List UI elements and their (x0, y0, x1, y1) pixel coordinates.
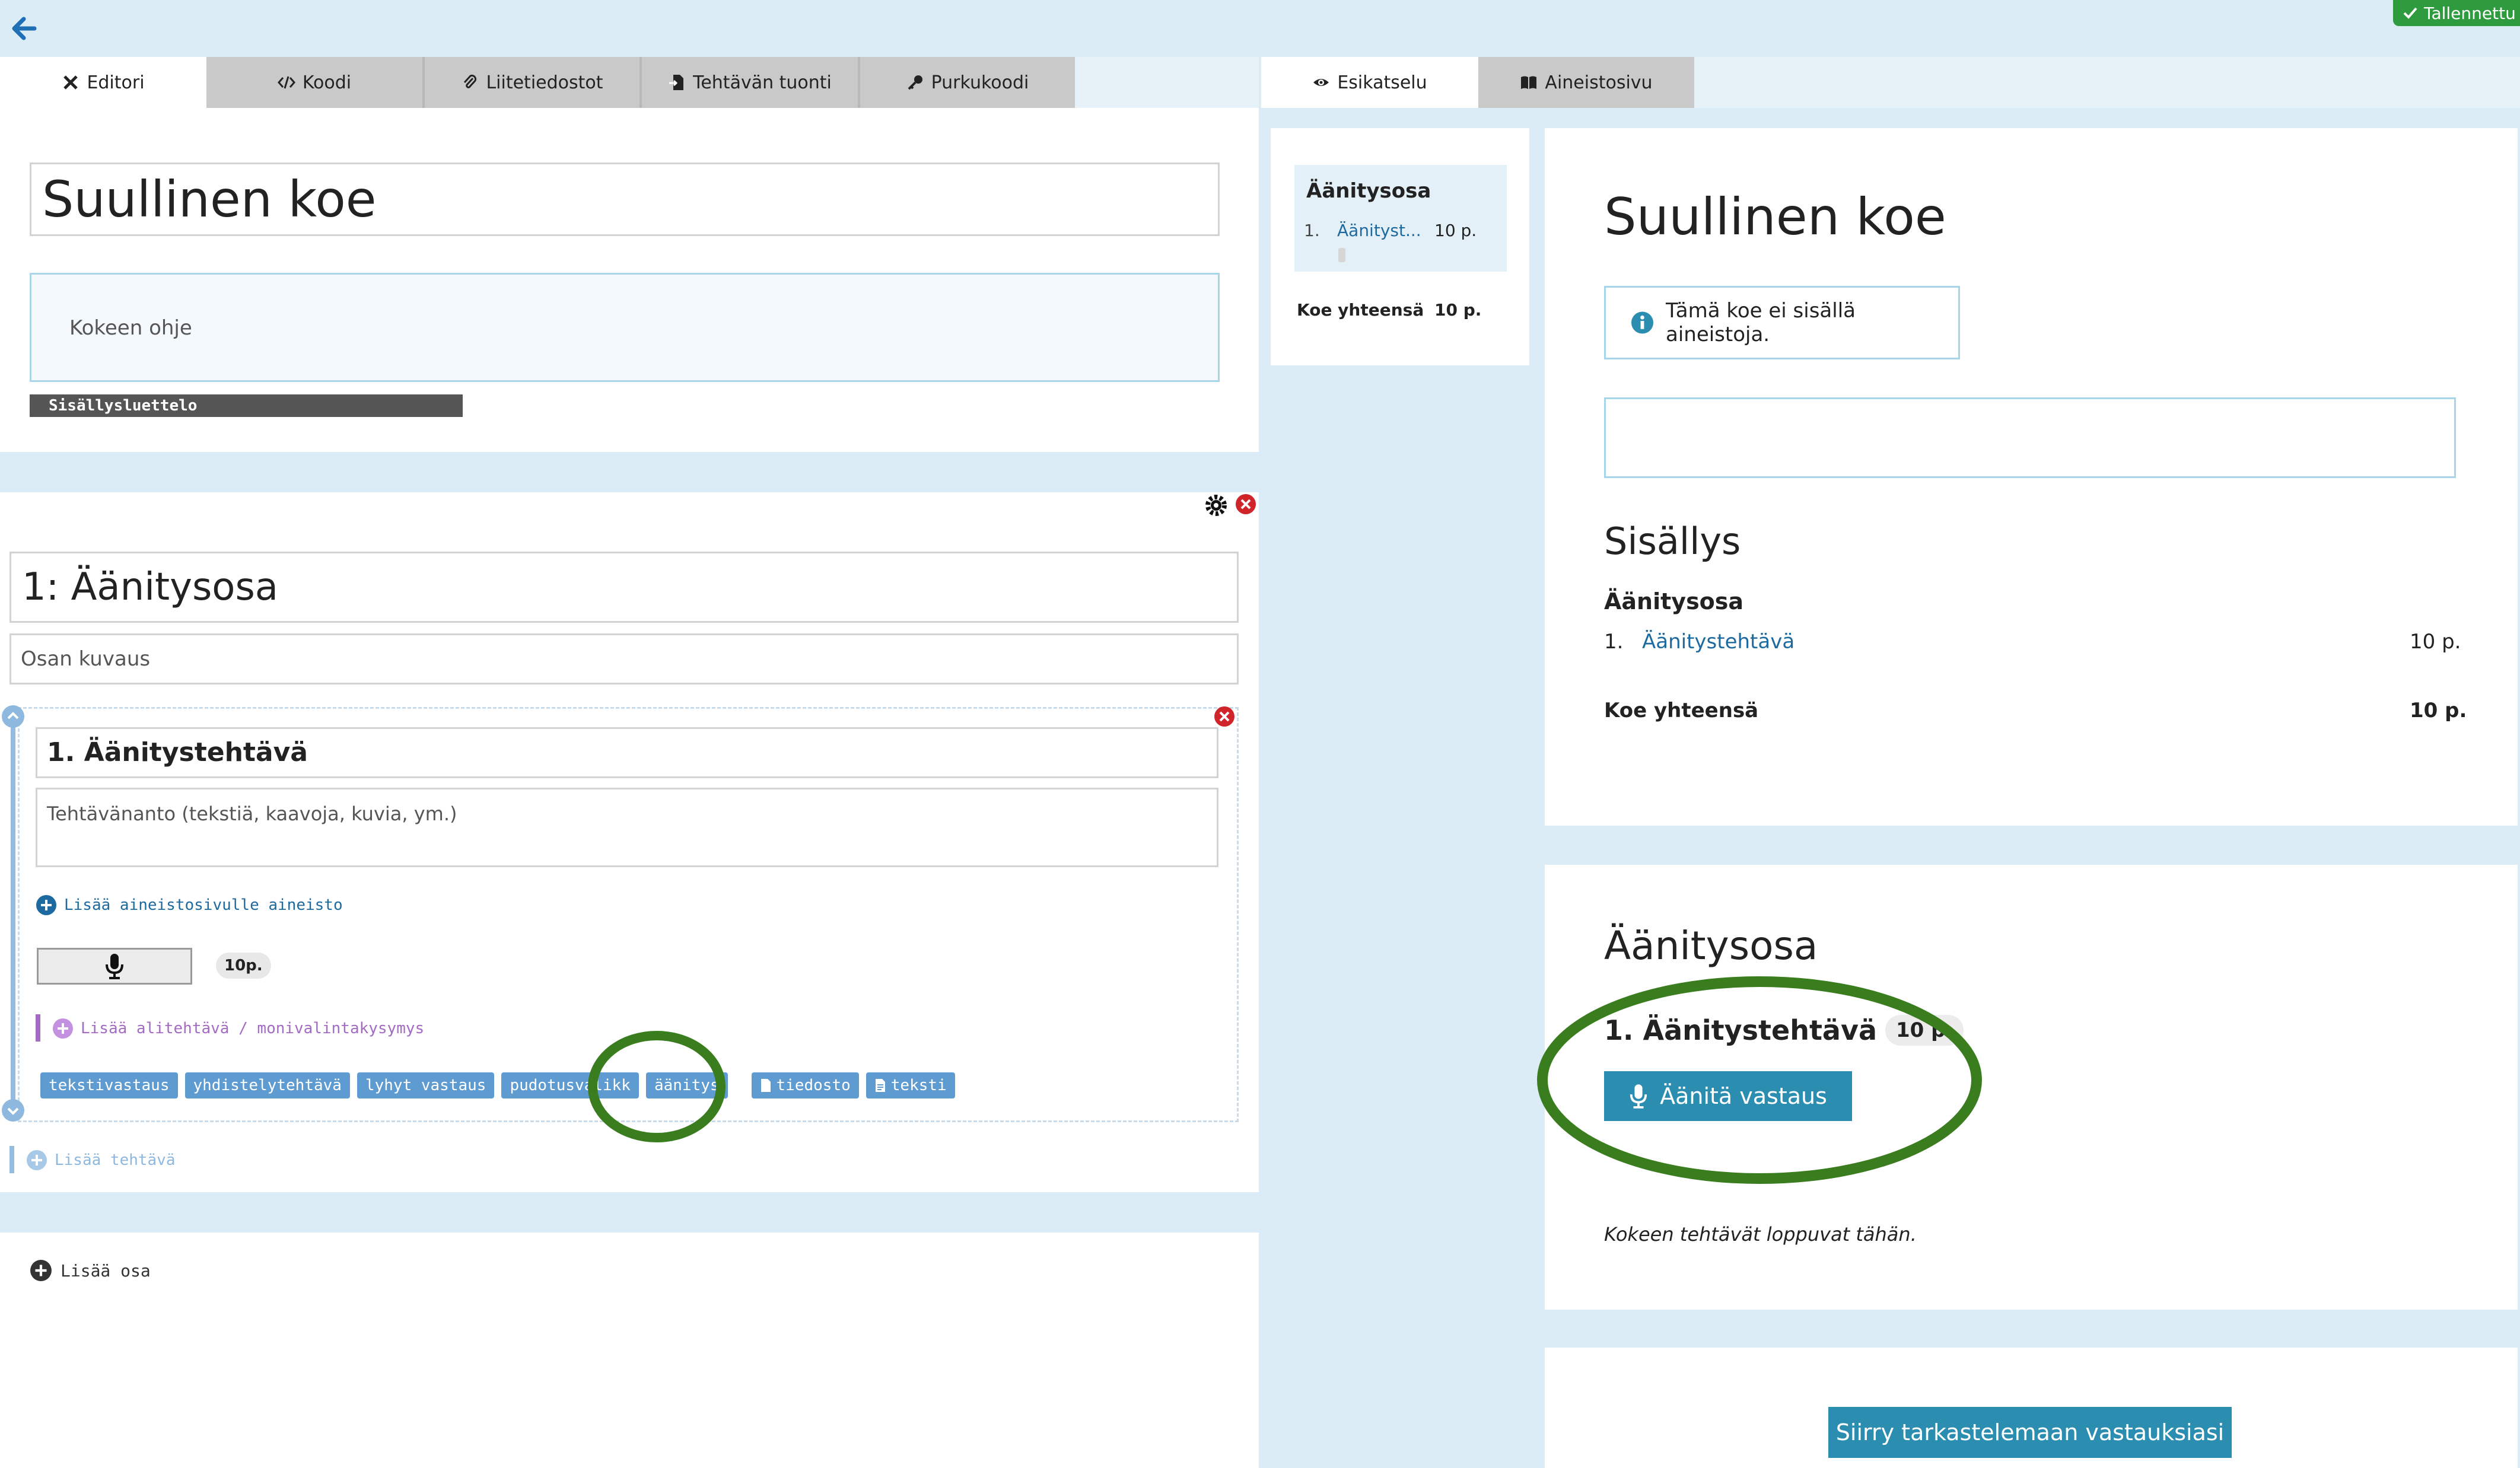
contents-heading: Sisällys (1604, 520, 1741, 563)
no-materials-info-box: Tämä koe ei sisällä aineistoja. (1604, 286, 1960, 359)
exam-title-input[interactable]: Suullinen koe (30, 163, 1220, 236)
add-section-area (0, 1233, 1259, 1468)
check-icon (2403, 7, 2417, 19)
code-icon (277, 76, 295, 89)
tab-decrypt-code-label: Purkukoodi (931, 72, 1029, 93)
microphone-icon (106, 954, 123, 979)
plus-circle-icon (30, 1260, 52, 1281)
plus-circle-icon (53, 1018, 73, 1039)
chip-short-answer[interactable]: lyhyt vastaus (357, 1072, 495, 1098)
contents-total-label: Koe yhteensä (1604, 699, 1759, 722)
add-material-link[interactable]: Lisää aineistosivulle aineisto (36, 894, 343, 916)
exam-instructions-input[interactable]: Kokeen ohje (30, 273, 1220, 382)
preview-section-heading: Äänitysosa (1604, 923, 1818, 969)
add-subtask-label: Lisää alitehtävä / monivalintakysymys (81, 1020, 425, 1037)
add-task-label: Lisää tehtävä (55, 1151, 176, 1169)
preview-exam-title: Suullinen koe (1604, 187, 1946, 247)
file-text-icon (875, 1079, 885, 1092)
tab-code-label: Koodi (302, 72, 352, 93)
task-title-input[interactable]: 1. Äänitystehtävä (36, 727, 1218, 778)
add-task-link[interactable]: Lisää tehtävä (26, 1148, 176, 1172)
tools-icon (63, 75, 78, 90)
eye-icon (1313, 79, 1329, 86)
chip-file-label: tiedosto (776, 1077, 851, 1094)
move-down-icon[interactable] (1, 1098, 25, 1122)
contents-total-points: 10 p. (2410, 699, 2467, 722)
highlight-circle-recording (588, 1031, 726, 1142)
task-prompt-input[interactable]: Tehtävänanto (tekstiä, kaavoja, kuvia, y… (36, 788, 1218, 867)
delete-section-icon[interactable] (1235, 493, 1256, 515)
tab-task-import-label: Tehtävän tuonti (693, 72, 832, 93)
toc-section-title: Äänitysosa (1306, 179, 1431, 203)
preview-instructions-box (1604, 397, 2456, 478)
contents-section-title: Äänitysosa (1604, 588, 1744, 614)
contents-item-points: 10 p. (2410, 630, 2461, 654)
table-of-contents-toggle[interactable]: Sisällysluettelo (30, 394, 463, 417)
toc-progress-indicator (1338, 248, 1345, 262)
add-section-label: Lisää osa (61, 1260, 151, 1281)
add-section-link[interactable]: Lisää osa (30, 1259, 151, 1282)
contents-item-number: 1. (1604, 630, 1624, 654)
task-points-input[interactable]: 10p. (216, 953, 271, 979)
tab-decrypt-code[interactable]: Purkukoodi (860, 57, 1075, 108)
preview-tab-bar-filler (1694, 57, 2520, 108)
highlight-circle-record-button (1537, 976, 1982, 1184)
toc-total-points: 10 p. (1434, 300, 1482, 320)
subtask-rail (36, 1014, 40, 1042)
tab-bar-filler (1075, 57, 1259, 108)
move-up-icon[interactable] (1, 705, 25, 728)
gear-icon[interactable] (1204, 493, 1228, 517)
contents-item-link[interactable]: Äänitystehtävä (1642, 630, 1794, 654)
add-task-rail (9, 1146, 14, 1173)
add-subtask-link[interactable]: Lisää alitehtävä / monivalintakysymys (52, 1017, 424, 1040)
info-icon (1631, 311, 1654, 334)
saved-label: Tallennettu (2424, 3, 2516, 23)
chip-file[interactable]: tiedosto (751, 1072, 859, 1098)
tab-attachments-label: Liitetiedostot (486, 72, 603, 93)
file-import-icon (669, 75, 684, 90)
tab-preview-label: Esikatselu (1337, 72, 1427, 93)
tab-material-page-label: Aineistosivu (1545, 72, 1653, 93)
audio-answer-field (37, 948, 192, 985)
tab-material-page[interactable]: Aineistosivu (1478, 57, 1694, 108)
plus-circle-icon (27, 1150, 47, 1170)
tab-code[interactable]: Koodi (206, 57, 425, 108)
book-icon (1521, 76, 1537, 89)
section-description-input[interactable]: Osan kuvaus (9, 633, 1239, 684)
paperclip-icon (464, 74, 477, 88)
chip-matching-task[interactable]: yhdistelytehtävä (184, 1072, 350, 1098)
tab-preview[interactable]: Esikatselu (1261, 57, 1478, 108)
saved-status-badge: Tallennettu (2393, 0, 2520, 26)
info-text: Tämä koe ei sisällä aineistoja. (1665, 299, 1856, 346)
chip-text-answer[interactable]: tekstivastaus (40, 1072, 178, 1098)
file-icon (761, 1079, 771, 1092)
toc-item-points: 10 p. (1434, 221, 1477, 240)
key-icon (908, 75, 922, 90)
chip-text-label: teksti (890, 1077, 947, 1094)
end-of-tasks-text: Kokeen tehtävät loppuvat tähän. (1604, 1223, 1917, 1246)
add-material-label: Lisää aineistosivulle aineisto (64, 896, 343, 914)
tab-editor-label: Editori (87, 72, 145, 93)
toc-item-number: 1. (1304, 221, 1320, 240)
review-answers-button[interactable]: Siirry tarkastelemaan vastauksiasi (1828, 1407, 2232, 1458)
tab-attachments[interactable]: Liitetiedostot (425, 57, 642, 108)
section-title-input[interactable]: 1: Äänitysosa (9, 552, 1239, 623)
task-reorder-rail[interactable] (11, 712, 15, 1115)
answer-type-chips: tekstivastaus yhdistelytehtävä lyhyt vas… (40, 1072, 962, 1098)
delete-task-icon[interactable] (1214, 706, 1235, 727)
tab-task-import[interactable]: Tehtävän tuonti (642, 57, 860, 108)
chip-text[interactable]: teksti (866, 1072, 955, 1098)
plus-circle-icon (36, 895, 56, 915)
toc-total-label: Koe yhteensä (1297, 300, 1424, 320)
tab-editor[interactable]: Editori (0, 57, 206, 108)
back-arrow-icon[interactable] (8, 11, 44, 46)
toc-item-link[interactable]: Äänityst... (1337, 221, 1421, 240)
